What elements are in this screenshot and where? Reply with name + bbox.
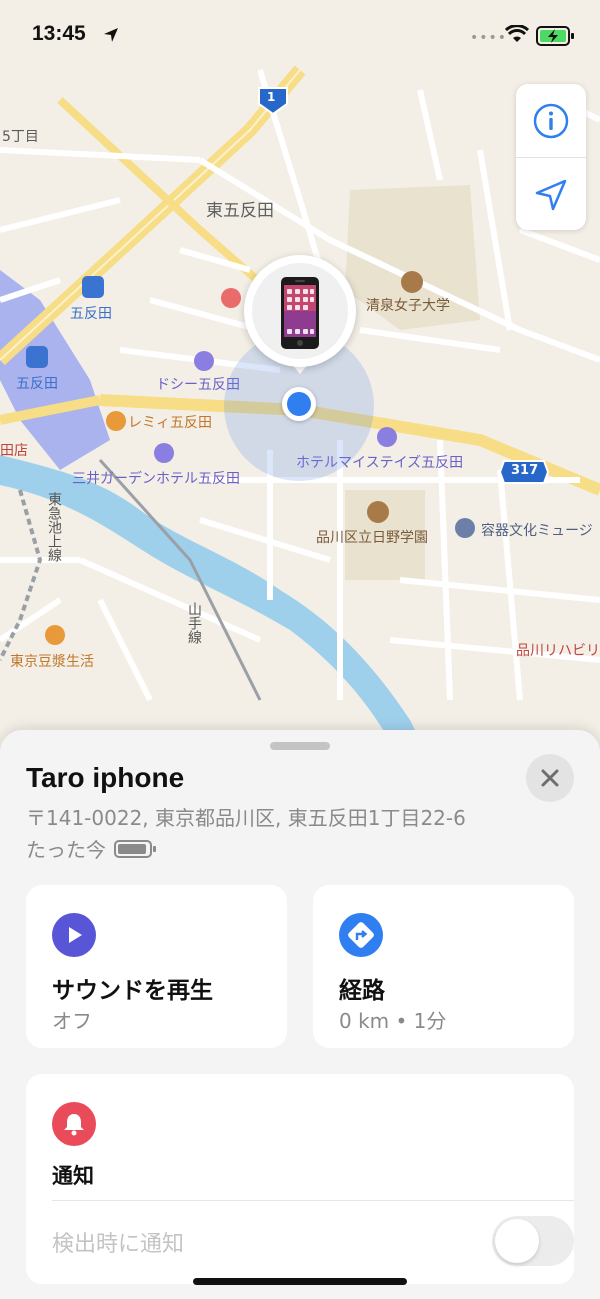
location-dot <box>282 387 316 421</box>
close-button[interactable] <box>526 754 574 802</box>
iphone-icon <box>252 263 348 359</box>
status-bar: 13:45 •••• <box>0 0 600 70</box>
battery-charging-icon <box>536 26 574 46</box>
map-label-gotanda-station-1[interactable]: 五反田 <box>70 303 112 323</box>
map-label-store: 田店 <box>0 443 28 459</box>
device-address: 〒141-0022, 東京都品川区, 東五反田1丁目22-6 <box>26 806 466 830</box>
directions-title: 経路 <box>339 978 385 1004</box>
map-controls <box>516 84 586 230</box>
notify-when-found-label: 検出時に通知 <box>52 1232 185 1257</box>
sheet-grabber[interactable] <box>270 742 330 750</box>
last-seen-label: たった今 <box>26 838 106 862</box>
map-label-shinagawa-rehab[interactable]: 品川リハビリ <box>516 640 600 660</box>
map-label-yamanote: 山手線 <box>186 602 202 644</box>
directions-card[interactable]: 経路 0 km • 1分 <box>313 885 574 1048</box>
track-location-button[interactable] <box>516 158 586 231</box>
device-pin[interactable] <box>244 255 356 367</box>
notify-when-found-toggle[interactable] <box>492 1216 574 1266</box>
info-icon <box>533 103 569 138</box>
map-label-remy[interactable]: レミィ五反田 <box>128 412 212 432</box>
play-sound-card[interactable]: サウンドを再生 オフ <box>26 885 287 1048</box>
notify-divider <box>52 1200 574 1201</box>
play-sound-title: サウンドを再生 <box>52 978 213 1004</box>
map-label-gotanda-station-2[interactable]: 五反田 <box>16 373 58 393</box>
map-label-higashi-gotanda: 東五反田 <box>206 201 274 221</box>
status-time: 13:45 <box>32 22 86 45</box>
close-icon <box>541 769 559 787</box>
battery-icon <box>114 839 156 858</box>
device-name: Taro iphone <box>26 762 185 793</box>
map-label-seisen[interactable]: 清泉女子大学 <box>366 295 450 315</box>
route-1-label: 1 <box>267 90 276 104</box>
signal-dots: •••• <box>470 30 508 46</box>
location-arrow-icon <box>535 179 567 210</box>
notify-title: 通知 <box>52 1164 94 1188</box>
map-view[interactable]: 5丁目 東五反田 清泉女子大学 五反田 五反田 ドシー五反田 レミィ五反田 田店… <box>0 0 600 760</box>
directions-icon <box>339 913 383 957</box>
map-label-hinodegakuen[interactable]: 品川区立日野学園 <box>316 527 428 547</box>
map-label-tofu[interactable]: 東京豆漿生活 <box>10 651 94 671</box>
toggle-knob <box>495 1219 539 1263</box>
last-seen: たった今 <box>26 834 156 863</box>
location-arrow-icon <box>104 28 118 42</box>
map-label-chome: 5丁目 <box>2 129 39 145</box>
map-label-container-museum[interactable]: 容器文化ミュージ <box>481 520 593 540</box>
wifi-icon <box>505 25 529 42</box>
directions-eta: 0 km • 1分 <box>339 1009 447 1033</box>
map-label-mitsui[interactable]: 三井ガーデンホテル五反田 <box>72 468 240 488</box>
notify-card: 通知 検出時に通知 <box>26 1074 574 1284</box>
play-sound-status: オフ <box>52 1009 92 1033</box>
map-label-tokyu-ikegami: 東急池上線 <box>46 492 62 562</box>
play-icon <box>52 913 96 957</box>
info-button[interactable] <box>516 84 586 157</box>
bell-icon <box>52 1102 96 1146</box>
home-indicator[interactable] <box>193 1278 407 1285</box>
device-detail-sheet: Taro iphone 〒141-0022, 東京都品川区, 東五反田1丁目22… <box>0 730 600 1299</box>
route-317-label: 317 <box>511 463 539 478</box>
